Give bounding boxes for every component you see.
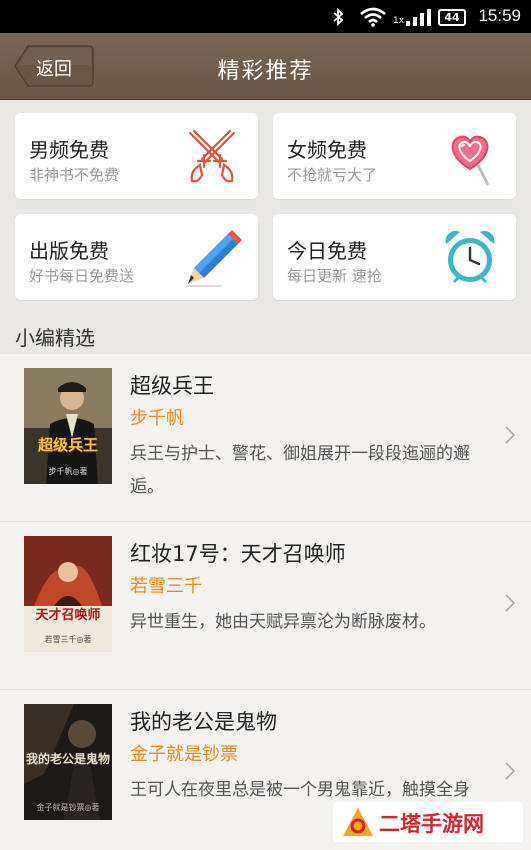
book-author: 若雪三千 [130,576,202,597]
book-item[interactable]: 超级兵王 步千帆◎著 超级兵王 步千帆 兵王与护士、警花、御姐展开一段段迤逦的邂… [0,354,531,522]
page-title: 精彩推荐 [217,59,314,84]
category-title: 男频免费 [29,138,109,162]
book-cover: 天才召唤师 若雪三千◎著 [24,536,112,652]
chevron-right-icon [505,426,515,444]
book-title: 超级兵王 [130,374,214,398]
book-description: 兵王与护士、警花、御姐展开一段段迤逦的邂逅。 [130,444,470,497]
chevron-right-icon [505,594,515,612]
status-time: 15:59 [478,6,521,25]
watermark-text: 二塔手游网 [379,812,484,836]
cover-author: 若雪三千◎著 [44,635,92,644]
pencil-icon [186,230,242,287]
category-subtitle: 非神书不免费 [29,166,120,184]
bluetooth-icon [332,7,344,27]
category-card-female[interactable]: 女频免费 不抢就亏大了 [273,113,516,199]
category-title: 出版免费 [29,239,109,263]
cover-title: 我的老公是鬼物 [25,752,110,766]
heart-lollipop-icon [451,135,490,186]
category-subtitle: 不抢就亏大了 [287,166,378,184]
wifi-icon [360,7,386,27]
book-description: 异世重生，她由天赋异禀沦为断脉废材。 [130,612,436,632]
book-cover: 超级兵王 步千帆◎著 [24,368,112,484]
category-subtitle: 好书每日免费送 [29,267,135,285]
book-title: 我的老公是鬼物 [130,710,277,734]
book-cover: 我的老公是鬼物 金子就是钞票◎著 [24,704,112,820]
network-type: 1x [393,16,405,26]
category-card-published[interactable]: 出版免费 好书每日免费送 [15,214,258,300]
book-author: 金子就是钞票 [130,744,238,765]
category-subtitle: 每日更新 速抢 [287,267,382,285]
status-bar: 1x 44 15:59 [0,0,531,33]
book-author: 步千帆 [130,408,184,429]
category-card-today[interactable]: 今日免费 每日更新 速抢 [273,214,516,300]
cover-author: 金子就是钞票◎著 [36,803,100,812]
cover-author: 步千帆◎著 [48,467,88,476]
book-title: 红妆17号：天才召唤师 [130,542,346,566]
cover-title: 天才召唤师 [35,608,101,623]
category-title: 女频免费 [287,138,367,162]
header-bar: 返回 精彩推荐 [0,33,531,100]
signal-icon: 1x [393,7,432,27]
crossed-swords-icon [188,129,236,183]
category-card-male[interactable]: 男频免费 非神书不免费 [15,113,258,199]
book-list: 超级兵王 步千帆◎著 超级兵王 步千帆 兵王与护士、警花、御姐展开一段段迤逦的邂… [0,354,531,850]
chevron-right-icon [505,762,515,780]
section-title: 小编精选 [15,326,95,350]
watermark-logo: 二塔手游网 [333,802,523,842]
watermark-icon [343,808,373,836]
battery-icon: 44 [438,7,466,27]
book-item[interactable]: 天才召唤师 若雪三千◎著 红妆17号：天才召唤师 若雪三千 异世重生，她由天赋异… [0,522,531,690]
battery-level: 44 [438,8,466,26]
category-title: 今日免费 [287,239,367,263]
cover-title: 超级兵王 [37,436,98,454]
alarm-clock-icon [445,230,495,284]
